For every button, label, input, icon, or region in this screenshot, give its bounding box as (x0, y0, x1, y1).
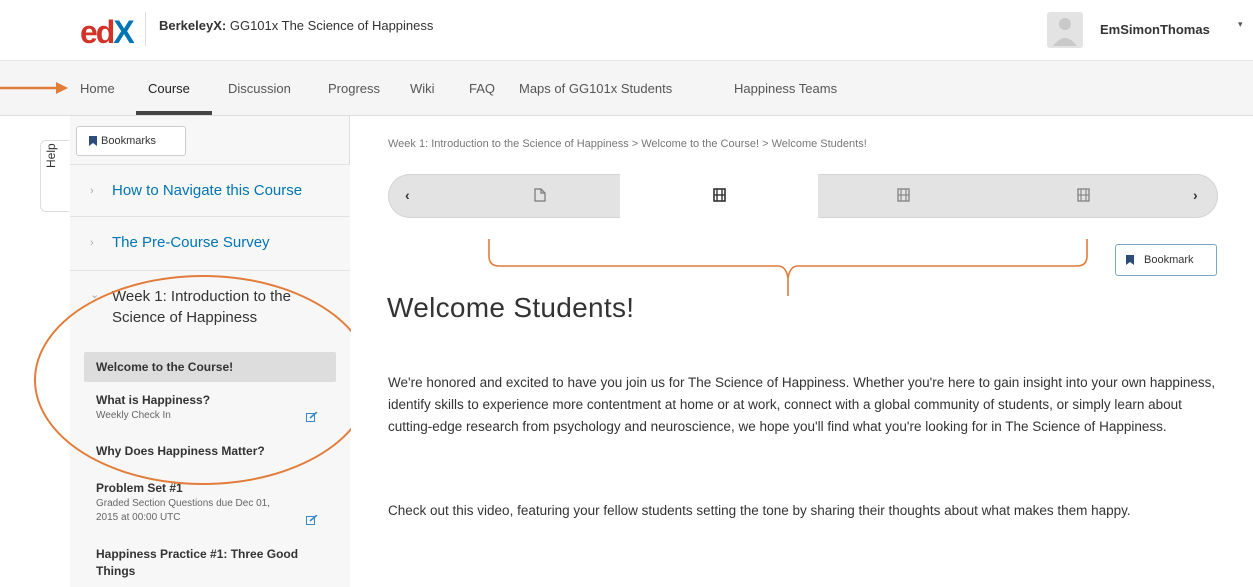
username[interactable]: EmSimonThomas (1100, 22, 1210, 37)
course-title: BerkeleyX: GG101x The Science of Happine… (159, 18, 434, 33)
avatar[interactable] (1047, 12, 1083, 48)
bookmark-icon (89, 136, 97, 146)
annotation-bracket (488, 239, 1088, 296)
site-header: edX BerkeleyX: GG101x The Science of Hap… (0, 0, 1253, 60)
subsection-practice-1[interactable]: Happiness Practice #1: Three Good Things (96, 546, 316, 580)
unit-title: Welcome Students! (387, 292, 635, 323)
help-label[interactable]: Help (44, 143, 58, 168)
video-icon[interactable] (897, 188, 910, 202)
tab-wiki[interactable]: Wiki (410, 81, 435, 96)
bookmarks-button[interactable]: Bookmarks (76, 126, 186, 156)
header-divider (145, 12, 146, 46)
subsection-meta: Graded Section Questions due Dec 01, 201… (96, 498, 270, 523)
user-menu-caret-icon[interactable]: ▾ (1238, 19, 1243, 30)
sequence-next-button[interactable]: › (1193, 187, 1198, 203)
edx-logo[interactable]: edX (80, 16, 135, 48)
tab-progress[interactable]: Progress (328, 81, 380, 96)
video-intro-paragraph: Check out this video, featuring your fel… (388, 503, 1131, 518)
active-tab-indicator (136, 111, 212, 115)
intro-paragraph: We're honored and excited to have you jo… (388, 375, 1216, 434)
sequence-nav: ‹ › (388, 174, 1218, 218)
tab-home[interactable]: Home (80, 81, 115, 96)
breadcrumb: Week 1: Introduction to the Science of H… (388, 138, 867, 150)
chevron-right-icon: › (90, 237, 94, 249)
tab-discussion[interactable]: Discussion (228, 81, 291, 96)
sequence-prev-button[interactable]: ‹ (405, 187, 410, 203)
sidebar-section-survey[interactable]: › The Pre-Course Survey (70, 216, 350, 271)
section-link[interactable]: The Pre-Course Survey (112, 234, 270, 251)
video-icon[interactable] (1077, 188, 1090, 202)
annotation-circle (34, 275, 372, 485)
edit-icon (306, 515, 318, 525)
course-content: Week 1: Introduction to the Science of H… (351, 116, 1253, 586)
video-icon[interactable] (713, 188, 726, 202)
annotation-arrow-icon (0, 82, 68, 94)
course-tabs: Home Course Discussion Progress Wiki FAQ… (0, 60, 1253, 116)
sidebar-section-navigate[interactable]: › How to Navigate this Course (70, 164, 350, 217)
tab-maps[interactable]: Maps of GG101x Students (519, 81, 672, 96)
subsection-problem-set[interactable]: Problem Set #1 (96, 481, 183, 495)
section-link[interactable]: How to Navigate this Course (112, 182, 302, 199)
chevron-right-icon: › (90, 185, 94, 197)
bookmark-button[interactable]: Bookmark (1115, 244, 1217, 276)
tab-faq[interactable]: FAQ (469, 81, 495, 96)
tab-happiness-teams[interactable]: Happiness Teams (734, 81, 837, 96)
tab-course[interactable]: Course (148, 81, 190, 96)
document-icon[interactable] (534, 188, 546, 202)
bookmark-icon (1126, 255, 1134, 265)
